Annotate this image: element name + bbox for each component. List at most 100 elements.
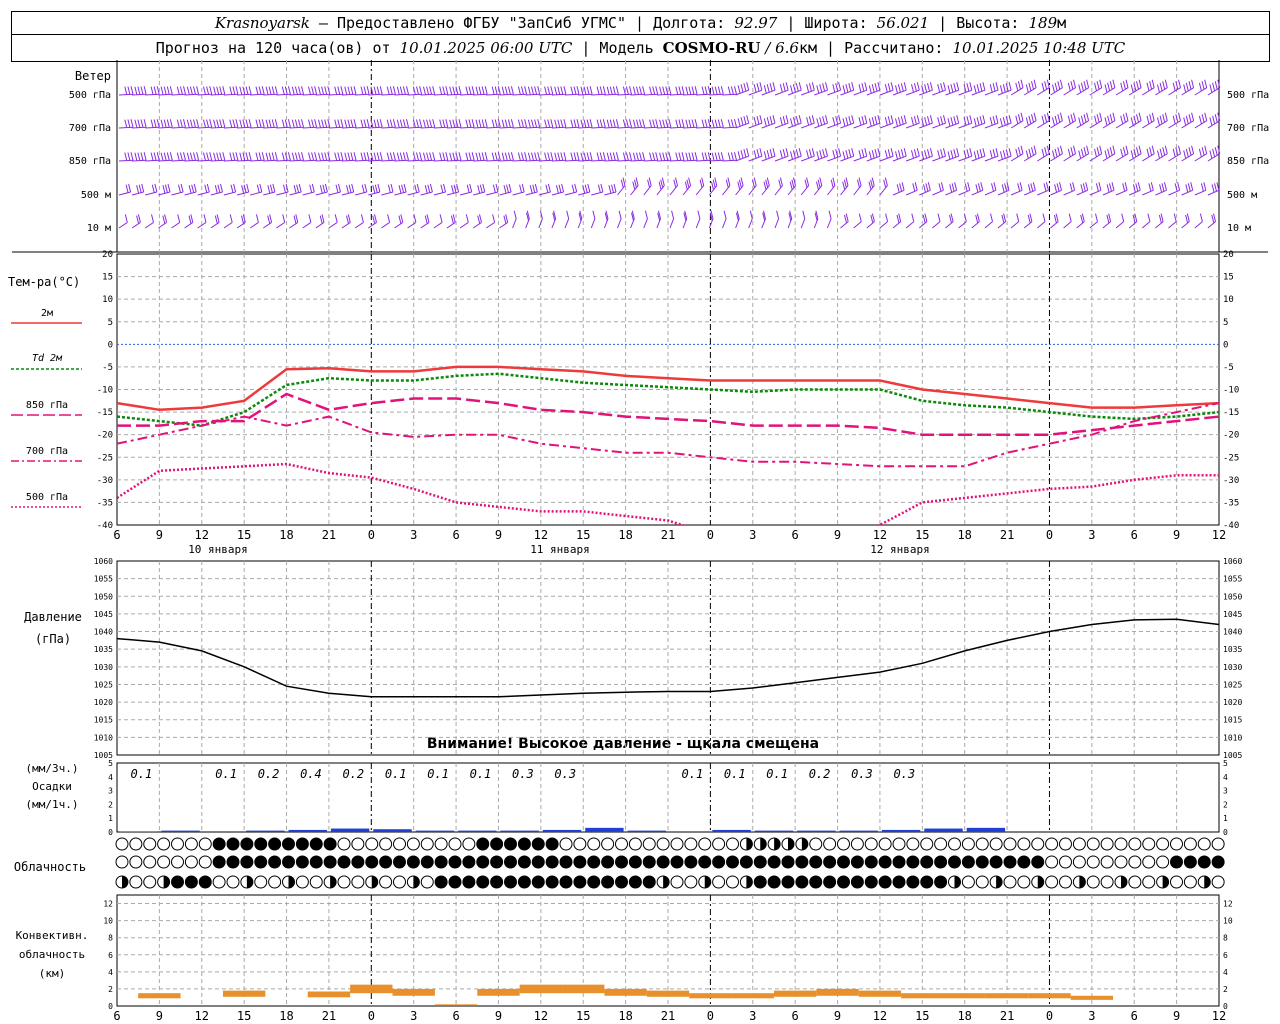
precip-amount-label: 0.1 [766,767,788,781]
conv-bar [816,988,859,996]
wind-barb [184,119,200,129]
cloud-circle [517,837,531,851]
wind-barb [1076,79,1090,96]
wind-barb [368,86,383,96]
cloud-circle [337,837,351,851]
pressure-ytick-right: 1010 [1223,733,1242,742]
time-tick-upper: 18 [618,528,632,542]
cloud-circle [531,855,545,869]
wind-barb [1181,182,1194,196]
wind-barb [905,148,920,162]
wind-barb [564,86,580,96]
wind-barb [1168,213,1177,229]
wind-barb [905,213,915,229]
precip-bar [966,827,1006,832]
cloud-circle [1100,855,1114,869]
conv-bar [222,990,266,997]
cloud-circle [1086,875,1100,889]
wind-barb [656,177,665,196]
time-tick-lower: 15 [237,1009,251,1023]
wind-barb [787,210,793,229]
conv-bar [562,984,605,994]
wind-barb [302,152,318,162]
wind-barb [1037,182,1049,196]
wind-barb [237,86,252,96]
wind-barb [682,210,688,229]
wind-barb [735,115,750,129]
wind-barb [302,119,318,129]
cloud-circle [1197,855,1211,869]
temp-ytick-left: 0 [108,340,113,350]
wind-barb [656,86,672,96]
wind-barb [892,148,907,162]
cloud-circle [309,837,323,851]
wind-barb [709,119,724,129]
cloud-circle [1045,855,1059,869]
cloud-circle [864,837,878,851]
cloud-circle [892,837,906,851]
wind-barb [1023,145,1037,162]
wind-barb [643,119,659,129]
wind-barb [892,182,905,196]
wind-barb [512,86,528,96]
date-label-2: 11 января [530,543,590,556]
wind-barb [1102,145,1116,162]
pressure-ytick-left: 1010 [94,733,113,742]
wind-barb [118,152,134,162]
cloud-circle [420,837,434,851]
precip-amount-label: 0.3 [554,767,576,781]
wind-level-500m-right: 500 м [1227,190,1257,201]
cloud-circle [809,837,823,851]
conv-ytick-left: 2 [108,985,113,994]
cloud-circle [504,837,517,851]
wind-barb [1115,182,1128,196]
cloud-circle [920,855,934,869]
cloud-circle [226,875,240,889]
cloud-circle [628,837,642,851]
wind-barb [538,210,543,229]
wind-barb [853,177,862,196]
wind-barb [1194,79,1208,96]
wind-barb [735,82,750,96]
conv-ytick-left: 10 [103,917,113,926]
time-tick-lower: 3 [1088,1009,1095,1023]
cloud-circle [809,855,823,869]
conv-ytick-left: 8 [108,934,113,943]
wind-barb [932,182,944,196]
cloud-circle [1128,875,1142,889]
cloud-circle [1211,875,1225,889]
cloud-circle [975,875,989,889]
wind-barb [1102,213,1112,229]
wind-barb [499,214,509,229]
cloud-circle [975,837,989,851]
precip-amount-label: 0.1 [385,767,407,781]
wind-barb [473,86,488,96]
wind-barb [302,214,312,229]
wind-barb [355,152,370,162]
precip-amount-label: 0.3 [851,767,873,781]
cloud-circle [323,837,337,851]
wind-barb [932,213,941,229]
wind-barb [1023,112,1037,129]
pressure-ytick-left: 1045 [94,610,113,619]
legend-500-label: 500 гПа [26,492,68,503]
temp-ytick-right: -5 [1223,363,1234,373]
cloud-circle [878,837,892,851]
wind-barb [761,148,776,162]
conv-bar [519,984,563,994]
wind-barb [603,210,609,229]
wind-barb [945,182,958,196]
wind-barb [145,119,160,129]
cloud-circle [601,837,615,851]
pressure-ytick-left: 1025 [94,680,113,689]
wind-barb [1115,79,1129,96]
wind-barb [591,183,604,196]
time-tick-upper: 15 [915,528,929,542]
wind-barb [354,183,368,196]
wind-barb [774,177,783,196]
wind-barb [800,177,810,196]
wind-barb [433,86,449,96]
time-tick-upper: 12 [534,528,548,542]
cloud-circle [504,875,517,889]
legend-2m-label: 2м [41,308,53,319]
